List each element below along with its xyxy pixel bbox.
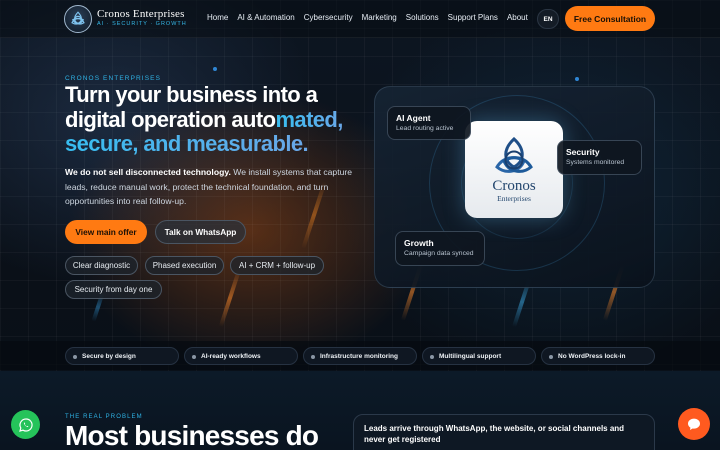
hero-title-line2-b: mated, xyxy=(275,106,343,132)
language-switcher[interactable]: EN xyxy=(537,9,559,29)
center-logo-name: Cronos xyxy=(492,177,536,194)
badge-security: Security Systems monitored xyxy=(557,140,642,175)
badge-growth: Growth Campaign data synced xyxy=(395,231,485,266)
badge-title: AI Agent xyxy=(396,113,431,123)
problem-card: Leads arrive through WhatsApp, the websi… xyxy=(353,414,655,450)
hero-lead-bold: We do not sell disconnected technology. xyxy=(65,167,231,177)
badge-ai-agent: AI Agent Lead routing active xyxy=(387,106,471,140)
problem-title: Most businesses do xyxy=(65,420,319,450)
nav-item-solutions[interactable]: Solutions xyxy=(406,13,439,22)
brand-tagline: AI · SECURITY · GROWTH xyxy=(97,21,187,27)
badge-subtitle: Systems monitored xyxy=(566,159,625,166)
hero-title-line3: secure, and measurable. xyxy=(65,131,309,156)
nav-item-home[interactable]: Home xyxy=(207,13,228,22)
site-header: Cronos Enterprises AI · SECURITY · GROWT… xyxy=(0,0,720,38)
badge-title: Growth xyxy=(404,238,434,248)
nav-item-ai-automation[interactable]: AI & Automation xyxy=(237,13,294,22)
whatsapp-icon xyxy=(18,417,33,432)
center-logo-card: Cronos Enterprises xyxy=(465,121,563,218)
decorative-dot xyxy=(213,67,217,71)
hero-title: Turn your business into a digital operat… xyxy=(65,82,365,157)
main-nav: Home AI & Automation Cybersecurity Marke… xyxy=(207,13,528,22)
chat-float-button[interactable] xyxy=(678,408,710,440)
hero-eyebrow: CRONOS ENTERPRISES xyxy=(65,75,162,82)
brand-name[interactable]: Cronos Enterprises xyxy=(97,8,185,20)
feature-pill: No WordPress lock-in xyxy=(541,347,655,365)
hero-title-line2-a: digital operation auto xyxy=(65,106,276,132)
decorative-dot xyxy=(575,77,579,81)
hero-title-line1: Turn your business into a xyxy=(65,82,318,107)
nav-item-about[interactable]: About xyxy=(507,13,528,22)
feature-pill: Infrastructure monitoring xyxy=(303,347,417,365)
nav-item-cybersecurity[interactable]: Cybersecurity xyxy=(304,13,353,22)
free-consultation-button[interactable]: Free Consultation xyxy=(565,6,655,31)
chip-ai-crm: AI + CRM + follow-up xyxy=(230,256,324,275)
center-logo-sub: Enterprises xyxy=(497,193,531,203)
chip-security-day-one: Security from day one xyxy=(65,280,162,299)
chat-bubble-icon xyxy=(688,418,700,430)
triquetra-logo-icon xyxy=(495,136,533,173)
whatsapp-float-button[interactable] xyxy=(11,410,40,439)
feature-pill: Multilingual support xyxy=(422,347,536,365)
talk-whatsapp-button[interactable]: Talk on WhatsApp xyxy=(155,220,246,244)
feature-pill: Secure by design xyxy=(65,347,179,365)
chip-phased-execution: Phased execution xyxy=(145,256,224,275)
nav-item-support-plans[interactable]: Support Plans xyxy=(448,13,498,22)
view-main-offer-button[interactable]: View main offer xyxy=(65,220,147,244)
feature-pill: AI-ready workflows xyxy=(184,347,298,365)
badge-title: Security xyxy=(566,147,600,157)
brand-logo[interactable] xyxy=(64,5,92,33)
nav-item-marketing[interactable]: Marketing xyxy=(362,13,397,22)
badge-subtitle: Lead routing active xyxy=(396,125,454,132)
hero-lead: We do not sell disconnected technology. … xyxy=(65,165,355,209)
chip-clear-diagnostic: Clear diagnostic xyxy=(65,256,138,275)
badge-subtitle: Campaign data synced xyxy=(404,250,474,257)
triquetra-logo-icon xyxy=(71,11,85,25)
